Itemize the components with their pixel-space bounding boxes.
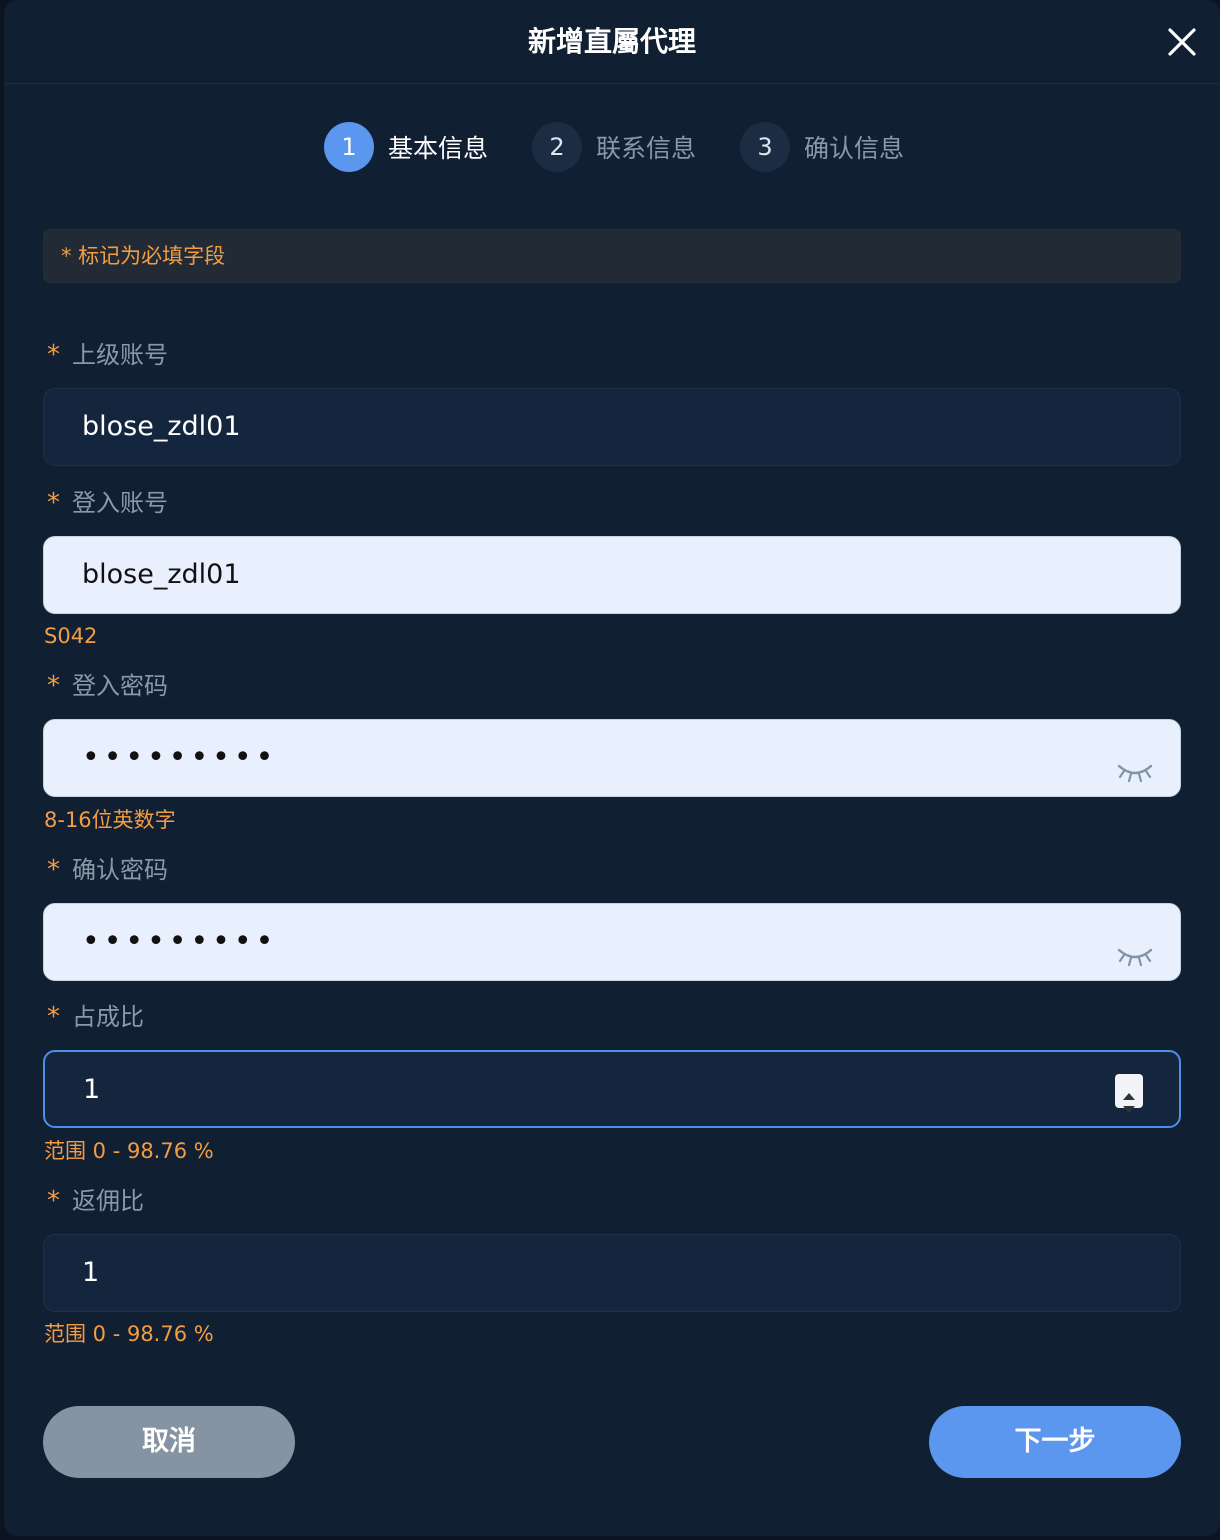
- confirm-password-label: * 确认密码: [47, 855, 168, 885]
- required-star: *: [47, 1186, 60, 1216]
- parent-account-field[interactable]: blose_zdl01: [43, 388, 1181, 466]
- required-star: *: [47, 855, 60, 885]
- share-ratio-field[interactable]: 1: [43, 1050, 1181, 1128]
- rebate-ratio-hint: 范围 0 - 98.76 %: [44, 1322, 214, 1346]
- eye-closed-icon[interactable]: [1116, 926, 1154, 967]
- step-number: 1: [324, 122, 374, 172]
- close-icon[interactable]: [1164, 24, 1200, 60]
- required-star: *: [47, 488, 60, 518]
- login-password-field[interactable]: •••••••••: [43, 719, 1181, 797]
- label-text: 登入密码: [72, 672, 168, 700]
- password-value: •••••••••: [82, 924, 278, 959]
- required-star: *: [47, 1002, 60, 1032]
- next-step-button[interactable]: 下一步: [929, 1406, 1181, 1478]
- label-text: 上级账号: [72, 341, 168, 369]
- step-label: 基本信息: [388, 134, 489, 163]
- share-ratio-hint: 范围 0 - 98.76 %: [44, 1139, 214, 1163]
- stepper: 1 基本信息 2 联系信息 3 确认信息: [324, 122, 948, 172]
- step-label: 确认信息: [804, 134, 905, 163]
- step-basic-info: 1 基本信息: [324, 122, 488, 172]
- confirm-password-field[interactable]: •••••••••: [43, 903, 1181, 981]
- step-number: 3: [740, 122, 791, 172]
- required-fields-notice: * 标记为必填字段: [43, 229, 1181, 283]
- step-confirm-info: 3 确认信息: [740, 122, 904, 172]
- required-star: *: [47, 340, 60, 370]
- cancel-button[interactable]: 取消: [43, 1406, 295, 1478]
- label-text: 占成比: [72, 1003, 144, 1031]
- login-password-label: * 登入密码: [47, 671, 168, 701]
- login-account-hint: S042: [44, 624, 98, 648]
- step-contact-info: 2 联系信息: [532, 122, 696, 172]
- eye-closed-icon[interactable]: [1116, 742, 1154, 783]
- login-account-label: * 登入账号: [47, 488, 168, 518]
- dialog-header: 新增直屬代理: [4, 0, 1220, 84]
- step-number: 2: [532, 122, 583, 172]
- label-text: 确认密码: [72, 856, 168, 884]
- dialog-title: 新增直屬代理: [527, 25, 696, 58]
- password-value: •••••••••: [82, 740, 278, 775]
- share-ratio-value: 1: [83, 1074, 101, 1105]
- login-account-field[interactable]: blose_zdl01: [43, 536, 1181, 614]
- step-label: 联系信息: [596, 134, 697, 163]
- label-text: 返佣比: [72, 1187, 144, 1215]
- share-ratio-label: * 占成比: [47, 1002, 144, 1032]
- parent-account-label: * 上级账号: [47, 340, 168, 370]
- login-password-hint: 8-16位英数字: [44, 808, 176, 832]
- rebate-ratio-field[interactable]: 1: [43, 1234, 1181, 1312]
- rebate-ratio-label: * 返佣比: [47, 1186, 144, 1216]
- number-spinner-icon[interactable]: [1115, 1074, 1143, 1113]
- required-star: *: [47, 671, 60, 701]
- label-text: 登入账号: [72, 489, 168, 517]
